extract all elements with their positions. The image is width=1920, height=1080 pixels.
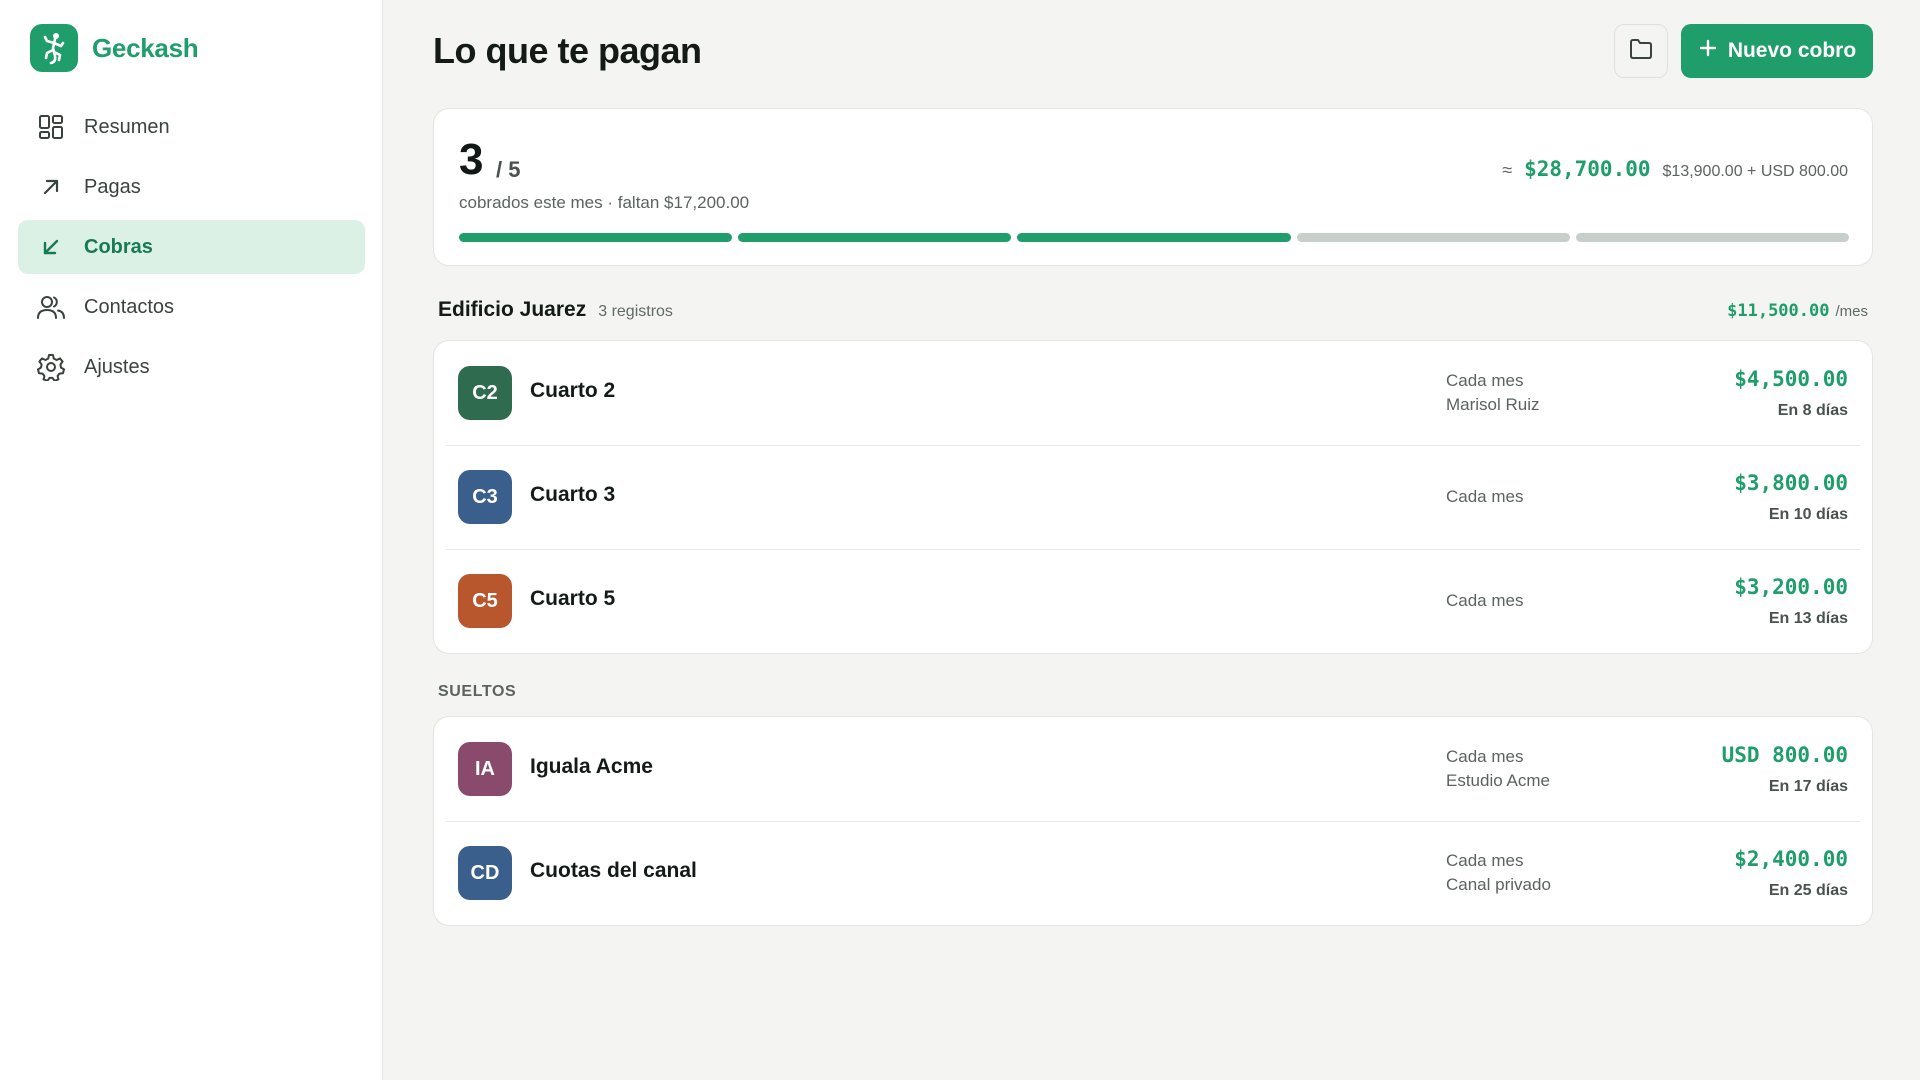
users-icon (36, 292, 66, 322)
loose-list: IA Iguala Acme Cada mes Estudio Acme USD 800… (433, 716, 1873, 926)
total-count: / 5 (496, 157, 521, 182)
item-meta: Cada mes (1446, 549, 1523, 653)
currency-breakdown: $13,900.00 + USD 800.00 (1662, 163, 1848, 180)
avatar: IA (458, 742, 512, 796)
item-name: Cuarto 2 (530, 379, 616, 402)
new-charge-button[interactable]: Nuevo cobro (1681, 24, 1873, 78)
sidebar-item-label: Pagas (84, 175, 141, 198)
item-due: En 8 días (1777, 402, 1848, 419)
sidebar: Geckash Resumen Pagas Cobras Contactos A… (0, 0, 383, 1080)
progress-segment (738, 233, 1012, 242)
list-item[interactable]: C5 Cuarto 5 Cada mes $3,200.00 En 13 días (434, 549, 1872, 653)
sidebar-item-pagas[interactable]: Pagas (18, 160, 365, 214)
item-name: Cuarto 3 (530, 483, 616, 506)
avatar: C2 (458, 366, 512, 420)
item-contact: Marisol Ruiz (1446, 395, 1540, 414)
gecko-logo-icon (30, 24, 78, 72)
sidebar-item-contactos[interactable]: Contactos (18, 280, 365, 334)
avatar: C3 (458, 470, 512, 524)
monthly-summary-card: 3 / 5 cobrados este mes · faltan $17,200… (433, 108, 1873, 266)
approx-total: ≈ $28,700.00 $13,900.00 + USD 800.00 (1502, 157, 1848, 181)
group-header: Edificio Juarez 3 registros $11,500.00 /… (438, 298, 1868, 322)
item-contact: Canal privado (1446, 875, 1551, 894)
sidebar-item-resumen[interactable]: Resumen (18, 100, 365, 154)
item-meta: Cada mes (1446, 445, 1523, 549)
item-frequency: Cada mes (1446, 371, 1524, 390)
item-meta: Cada mes Canal privado (1446, 821, 1551, 925)
item-amount: $2,400.00 (1734, 847, 1848, 871)
item-meta: Cada mes Marisol Ruiz (1446, 341, 1540, 445)
list-item[interactable]: IA Iguala Acme Cada mes Estudio Acme USD 800… (434, 717, 1872, 821)
avatar: CD (458, 846, 512, 900)
list-item[interactable]: CD Cuotas del canal Cada mes Canal privado $… (434, 821, 1872, 925)
item-meta: Cada mes Estudio Acme (1446, 717, 1550, 821)
group-total: $11,500.00 (1727, 301, 1830, 321)
item-due: En 17 días (1768, 778, 1848, 795)
sidebar-item-label: Cobras (84, 235, 153, 258)
progress-segment (1017, 233, 1291, 242)
sidebar-item-cobras[interactable]: Cobras (18, 220, 365, 274)
section-label-sueltos: SUELTOS (438, 683, 517, 700)
avatar: C5 (458, 574, 512, 628)
sidebar-item-label: Resumen (84, 115, 170, 138)
list-item[interactable]: C2 Cuarto 2 Cada mes Marisol Ruiz $4,500.00 E… (434, 341, 1872, 445)
summary-subtitle: cobrados este mes · faltan $17,200.00 (459, 193, 750, 212)
group-total-unit: /mes (1835, 303, 1868, 320)
progress-segment (1575, 233, 1850, 242)
arrow-up-right-icon (36, 172, 66, 202)
progress-segment (459, 233, 733, 242)
item-contact: Estudio Acme (1446, 771, 1550, 790)
approx-total-amount: $28,700.00 (1524, 157, 1651, 181)
page-title: Lo que te pagan (433, 30, 702, 71)
item-name: Cuarto 5 (530, 587, 616, 610)
item-due: En 10 días (1768, 506, 1848, 523)
item-name: Cuotas del canal (530, 859, 697, 882)
brand[interactable]: Geckash (30, 24, 199, 72)
item-due: En 13 días (1768, 610, 1848, 627)
collected-count: 3 (459, 135, 484, 184)
sidebar-item-label: Ajustes (84, 355, 150, 378)
folder-icon (1629, 38, 1653, 65)
dashboard-icon (36, 112, 66, 142)
item-frequency: Cada mes (1446, 747, 1524, 766)
folder-button[interactable] (1614, 24, 1668, 78)
sidebar-nav: Resumen Pagas Cobras Contactos Ajustes (18, 100, 365, 400)
arrow-down-left-icon (36, 232, 66, 262)
list-item[interactable]: C3 Cuarto 3 Cada mes $3,800.00 En 10 días (434, 445, 1872, 549)
gear-icon (36, 352, 66, 382)
progress-segments (459, 233, 1850, 242)
item-amount: $4,500.00 (1734, 367, 1848, 391)
item-frequency: Cada mes (1446, 851, 1524, 870)
item-name: Iguala Acme (530, 755, 653, 778)
item-due: En 25 días (1768, 882, 1848, 899)
new-charge-label: Nuevo cobro (1727, 39, 1857, 62)
item-frequency: Cada mes (1446, 487, 1524, 506)
brand-name: Geckash (92, 32, 199, 63)
group-name: Edificio Juarez (438, 298, 587, 321)
item-amount: $3,200.00 (1734, 575, 1848, 599)
item-frequency: Cada mes (1446, 591, 1524, 610)
sidebar-item-label: Contactos (84, 295, 175, 318)
group-list: C2 Cuarto 2 Cada mes Marisol Ruiz $4,500.00 E… (433, 340, 1873, 654)
progress-segment (1296, 233, 1570, 242)
sidebar-item-ajustes[interactable]: Ajustes (18, 340, 365, 394)
item-amount: $3,800.00 (1734, 471, 1848, 495)
group-record-count: 3 registros (598, 303, 673, 320)
plus-icon (1698, 38, 1718, 64)
item-amount: USD 800.00 (1721, 743, 1848, 767)
approx-symbol: ≈ (1502, 160, 1513, 180)
